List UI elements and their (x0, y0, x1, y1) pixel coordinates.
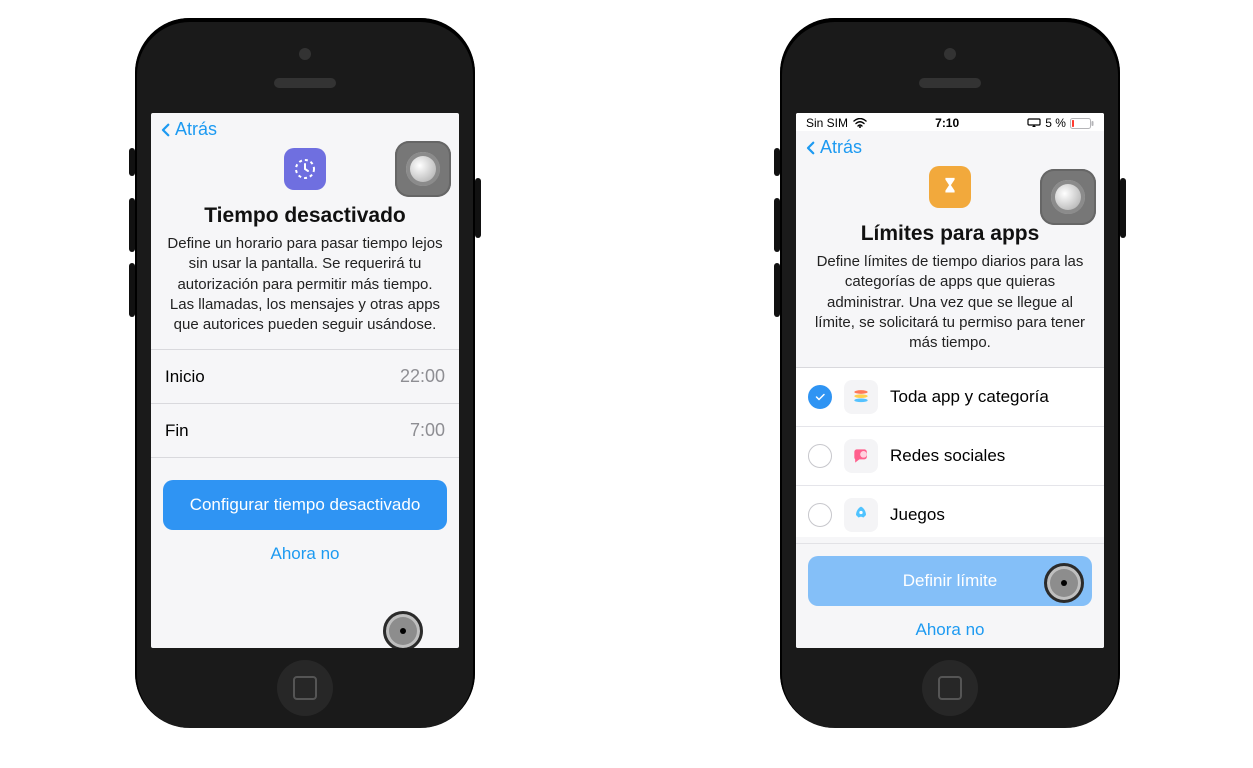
side-button (129, 148, 135, 176)
category-row-games[interactable]: Juegos (796, 486, 1104, 537)
category-row-all[interactable]: Toda app y categoría (796, 368, 1104, 427)
side-button (129, 263, 135, 317)
chevron-left-icon (802, 139, 820, 157)
downtime-icon (284, 148, 326, 190)
phone-right: Sin SIM 7:10 5 % Atrás Límites para apps… (780, 18, 1120, 728)
side-button (129, 198, 135, 252)
home-square-icon (938, 676, 962, 700)
row-start-value: 22:00 (400, 366, 445, 387)
home-square-icon (293, 676, 317, 700)
phone-top-bar (135, 18, 475, 113)
row-end-value: 7:00 (410, 420, 445, 441)
home-button[interactable] (922, 660, 978, 716)
app-limits-icon (929, 166, 971, 208)
row-end-label: Fin (165, 421, 189, 441)
phone-top-bar (780, 18, 1120, 113)
chat-bubble-icon (844, 439, 878, 473)
home-area (135, 648, 475, 728)
battery-text: 5 % (1045, 116, 1066, 130)
status-time: 7:10 (935, 116, 959, 130)
bottom-bar: Definir límite Ahora no (796, 543, 1104, 648)
wifi-icon (853, 118, 867, 128)
time-rows: Inicio 22:00 Fin 7:00 (151, 349, 459, 458)
category-label: Redes sociales (890, 446, 1005, 466)
side-button (475, 178, 481, 238)
back-label: Atrás (175, 119, 217, 140)
screen-left: Atrás Tiempo desactivado Define un horar… (151, 113, 459, 648)
row-start-label: Inicio (165, 367, 205, 387)
battery-icon (1070, 118, 1094, 129)
camera-dot (944, 48, 956, 60)
checkbox-unchecked-icon[interactable] (808, 503, 832, 527)
carrier-label: Sin SIM (806, 116, 848, 130)
category-list: Toda app y categoría Redes sociales Jueg… (796, 367, 1104, 537)
back-label: Atrás (820, 137, 862, 158)
airplay-icon (1027, 118, 1041, 128)
category-row-social[interactable]: Redes sociales (796, 427, 1104, 486)
checkbox-checked-icon[interactable] (808, 385, 832, 409)
side-button (1120, 178, 1126, 238)
home-button[interactable] (277, 660, 333, 716)
assistive-touch-icon (1051, 180, 1085, 214)
touch-cursor-icon (383, 611, 423, 648)
screen-right: Sin SIM 7:10 5 % Atrás Límites para apps… (796, 113, 1104, 648)
side-button (774, 198, 780, 252)
assistive-touch[interactable] (395, 141, 451, 197)
configure-downtime-button[interactable]: Configurar tiempo desactivado (163, 480, 447, 530)
assistive-touch[interactable] (1040, 169, 1096, 225)
row-start[interactable]: Inicio 22:00 (151, 349, 459, 403)
camera-dot (299, 48, 311, 60)
status-bar: Sin SIM 7:10 5 % (796, 113, 1104, 131)
home-area (780, 648, 1120, 728)
row-end[interactable]: Fin 7:00 (151, 403, 459, 457)
not-now-link[interactable]: Ahora no (796, 606, 1104, 644)
assistive-touch-icon (406, 152, 440, 186)
back-button[interactable]: Atrás (151, 113, 459, 142)
side-button (774, 263, 780, 317)
chevron-left-icon (157, 121, 175, 139)
touch-cursor-icon (1044, 563, 1084, 603)
page-title: Límites para apps (806, 222, 1094, 246)
checkbox-unchecked-icon[interactable] (808, 444, 832, 468)
not-now-link[interactable]: Ahora no (151, 530, 459, 568)
category-label: Toda app y categoría (890, 387, 1049, 407)
back-button[interactable]: Atrás (796, 131, 1104, 160)
page-description: Define un horario para pasar tiempo lejo… (167, 234, 443, 335)
speaker-slot (274, 78, 336, 88)
stack-icon (844, 380, 878, 414)
speaker-slot (919, 78, 981, 88)
phone-left: Atrás Tiempo desactivado Define un horar… (135, 18, 475, 728)
category-label: Juegos (890, 505, 945, 525)
rocket-icon (844, 498, 878, 532)
page-description: Define límites de tiempo diarios para la… (812, 252, 1088, 353)
page-title: Tiempo desactivado (161, 204, 449, 228)
side-button (774, 148, 780, 176)
